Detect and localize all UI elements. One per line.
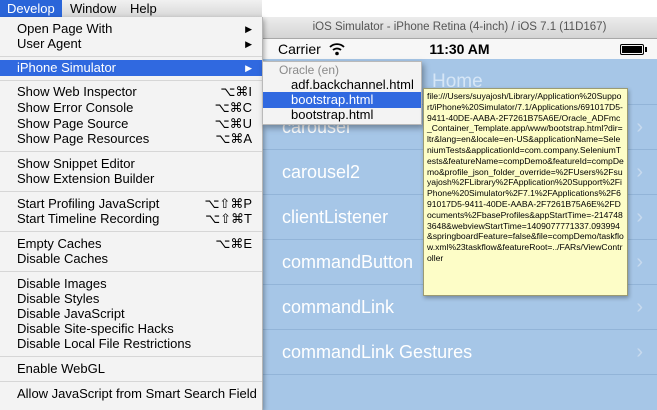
submenu-arrow-icon: ▶ <box>245 24 252 34</box>
submenu-item-label: bootstrap.html <box>291 107 374 122</box>
chevron-right-icon: › <box>636 116 643 138</box>
chevron-right-icon: › <box>636 296 643 318</box>
submenu-group-label: Oracle (en) <box>279 63 340 77</box>
status-time: 11:30 AM <box>429 41 490 57</box>
ios-row-label: clientListener <box>282 207 389 227</box>
menu-item-label: Disable Styles <box>17 291 100 306</box>
menu-item-label: Show Page Resources <box>17 131 150 146</box>
menu-item-label: Show Error Console <box>17 100 134 115</box>
menu-item-label: Disable Images <box>17 276 107 291</box>
menu-item-empty-caches[interactable]: Empty Caches ⌥⌘E <box>0 236 262 252</box>
menu-item-show-page-resources[interactable]: Show Page Resources ⌥⌘A <box>0 131 262 147</box>
menu-separator <box>0 271 262 272</box>
ios-row-label: carousel2 <box>282 162 361 182</box>
menu-shortcut: ⌥⌘C <box>214 100 252 115</box>
menu-separator <box>0 381 262 382</box>
chevron-right-icon: › <box>636 161 643 183</box>
ios-status-bar: Carrier 11:30 AM <box>262 39 657 59</box>
menu-item-iphone-simulator[interactable]: iPhone Simulator ▶ <box>0 60 262 76</box>
submenu-item-adf-backchannel[interactable]: adf.backchannel.html <box>263 77 421 93</box>
submenu-item-label: adf.backchannel.html <box>291 77 414 92</box>
chevron-right-icon: › <box>636 206 643 228</box>
menu-item-start-timeline-recording[interactable]: Start Timeline Recording ⌥⇧⌘T <box>0 211 262 227</box>
menu-item-start-profiling-javascript[interactable]: Start Profiling JavaScript ⌥⇧⌘P <box>0 196 262 212</box>
menu-item-enable-webgl[interactable]: Enable WebGL <box>0 361 262 377</box>
menu-item-label: Start Profiling JavaScript <box>17 196 160 211</box>
menu-item-disable-site-specific-hacks[interactable]: Disable Site-specific Hacks <box>0 321 262 337</box>
menu-separator <box>0 356 262 357</box>
ios-row-label: commandLink Gestures <box>282 342 473 362</box>
submenu-item-bootstrap-highlighted[interactable]: bootstrap.html <box>263 92 421 108</box>
iphone-simulator-submenu: Oracle (en) adf.backchannel.html bootstr… <box>262 61 422 125</box>
menu-item-label: Allow JavaScript from Smart Search Field <box>17 386 257 401</box>
menu-shortcut: ⌥⌘I <box>220 84 252 99</box>
menu-item-label: Disable JavaScript <box>17 306 125 321</box>
submenu-item-bootstrap[interactable]: bootstrap.html <box>263 107 421 123</box>
menu-item-open-page-with[interactable]: Open Page With ▶ <box>0 21 262 37</box>
menu-item-disable-images[interactable]: Disable Images <box>0 276 262 292</box>
simulator-title: iOS Simulator - iPhone Retina (4-inch) /… <box>262 17 657 39</box>
menu-help[interactable]: Help <box>123 0 164 17</box>
menu-develop[interactable]: Develop <box>0 0 62 17</box>
ios-row-label: commandButton <box>282 252 414 272</box>
ios-list-row[interactable]: commandLink Gestures › <box>262 330 657 375</box>
menu-shortcut: ⌥⌘A <box>215 131 252 146</box>
menu-separator <box>0 191 262 192</box>
menu-shortcut: ⌥⇧⌘T <box>205 211 252 226</box>
menu-shortcut: ⌥⌘E <box>215 236 252 251</box>
submenu-arrow-icon: ▶ <box>245 39 252 49</box>
submenu-arrow-icon: ▶ <box>245 63 252 73</box>
menu-item-label: Disable Local File Restrictions <box>17 336 192 351</box>
menu-separator <box>0 231 262 232</box>
menu-item-label: Start Timeline Recording <box>17 211 160 226</box>
menu-item-label: Show Page Source <box>17 116 129 131</box>
menu-item-show-web-inspector[interactable]: Show Web Inspector ⌥⌘I <box>0 84 262 100</box>
chevron-right-icon: › <box>636 341 643 363</box>
menu-item-disable-styles[interactable]: Disable Styles <box>0 291 262 307</box>
menu-item-disable-javascript[interactable]: Disable JavaScript <box>0 306 262 322</box>
menu-item-show-snippet-editor[interactable]: Show Snippet Editor <box>0 156 262 172</box>
menu-item-user-agent[interactable]: User Agent ▶ <box>0 36 262 52</box>
menu-bar: Develop Window Help <box>0 0 262 18</box>
menu-item-label: Disable Site-specific Hacks <box>17 321 174 336</box>
menu-item-show-page-source[interactable]: Show Page Source ⌥⌘U <box>0 116 262 132</box>
menu-item-label: Enable WebGL <box>17 361 105 376</box>
menu-item-label: iPhone Simulator <box>17 60 116 75</box>
menu-item-show-extension-builder[interactable]: Show Extension Builder <box>0 171 262 187</box>
menu-item-label: Show Snippet Editor <box>17 156 135 171</box>
develop-menu: Open Page With ▶ User Agent ▶ iPhone Sim… <box>0 17 263 410</box>
menu-item-label: Open Page With <box>17 21 113 36</box>
menu-item-label: Disable Caches <box>17 251 109 266</box>
menu-item-label: User Agent <box>17 36 82 51</box>
menu-item-disable-caches[interactable]: Disable Caches <box>0 251 262 267</box>
menu-separator <box>0 151 262 152</box>
menu-item-label: Show Extension Builder <box>17 171 155 186</box>
menu-window[interactable]: Window <box>63 0 123 17</box>
menu-shortcut: ⌥⇧⌘P <box>204 196 252 211</box>
submenu-item-label: bootstrap.html <box>291 92 374 107</box>
chevron-right-icon: › <box>636 251 643 273</box>
menu-item-label: Show Web Inspector <box>17 84 137 99</box>
menu-separator <box>0 56 262 57</box>
ios-row-label: commandLink <box>282 297 395 317</box>
menu-item-label: Empty Caches <box>17 236 102 251</box>
menu-separator <box>0 80 262 81</box>
menu-item-allow-javascript-smart-search[interactable]: Allow JavaScript from Smart Search Field <box>0 386 262 402</box>
menu-item-show-error-console[interactable]: Show Error Console ⌥⌘C <box>0 100 262 116</box>
battery-icon <box>620 44 647 55</box>
menu-item-disable-local-file-restrictions[interactable]: Disable Local File Restrictions <box>0 336 262 352</box>
menu-shortcut: ⌥⌘U <box>214 116 252 131</box>
url-tooltip: file:///Users/suyajosh/Library/Applicati… <box>423 88 628 296</box>
